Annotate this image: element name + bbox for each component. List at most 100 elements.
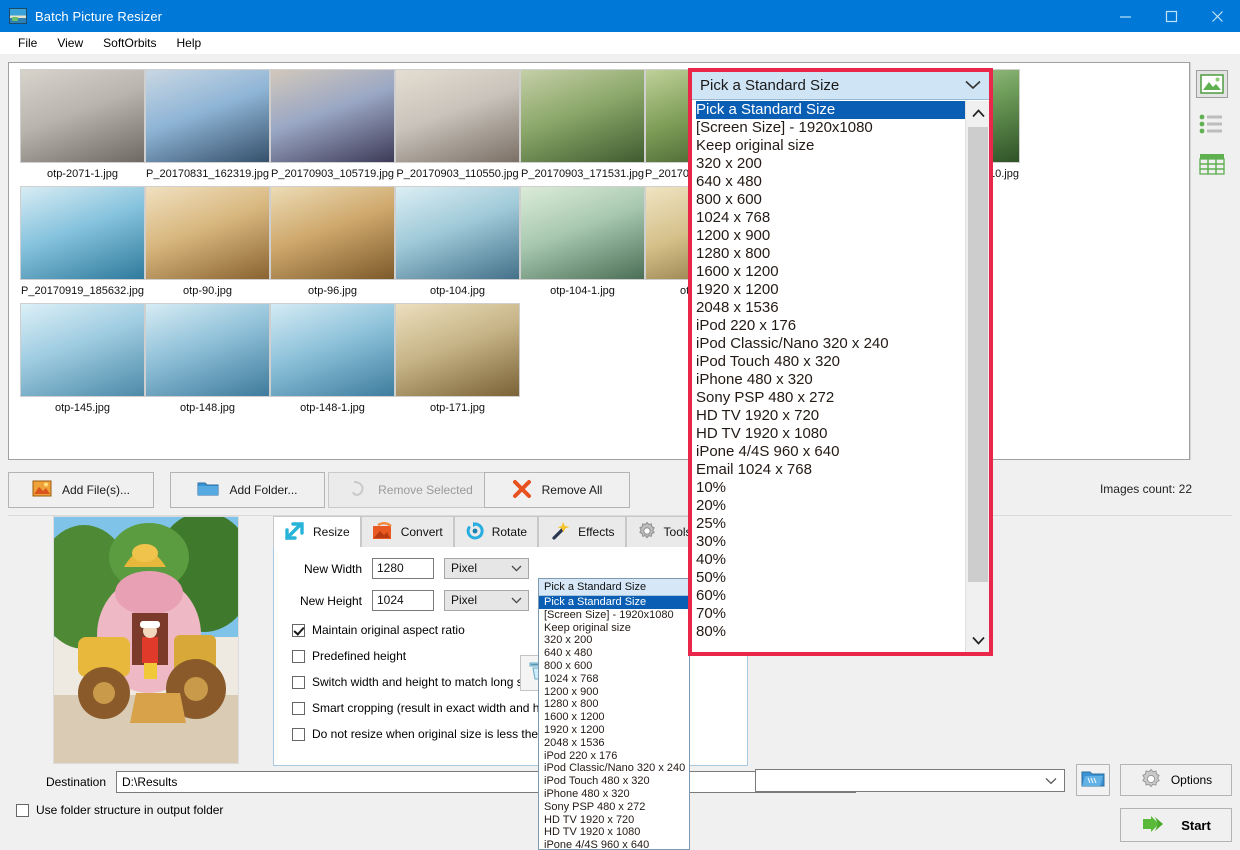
dropdown-option[interactable]: HD TV 1920 x 1080 (539, 826, 689, 839)
dropdown-header[interactable]: Pick a Standard Size (692, 72, 989, 100)
scroll-down-icon[interactable] (966, 628, 989, 652)
dropdown-option[interactable]: 320 x 200 (539, 634, 689, 647)
thumbnail-view-icon[interactable] (1196, 70, 1228, 98)
thumbnail-item[interactable]: otp-171.jpg (395, 297, 520, 414)
thumbnail-item[interactable]: otp-2071-1.jpg (20, 63, 145, 180)
dropdown-option[interactable]: [Screen Size] - 1920x1080 (696, 119, 965, 137)
dropdown-option[interactable]: HD TV 1920 x 720 (539, 814, 689, 827)
dropdown-option[interactable]: iPhone 480 x 320 (539, 788, 689, 801)
dropdown-option[interactable]: 1600 x 1200 (539, 711, 689, 724)
dropdown-option[interactable]: 1024 x 768 (539, 673, 689, 686)
dropdown-option[interactable]: 10% (696, 479, 965, 497)
dropdown-option[interactable]: 1600 x 1200 (696, 263, 965, 281)
thumbnail-image[interactable] (270, 303, 395, 397)
dropdown-option[interactable]: HD TV 1920 x 1080 (696, 425, 965, 443)
thumbnail-image[interactable] (20, 303, 145, 397)
dropdown-option[interactable]: 800 x 600 (696, 191, 965, 209)
dropdown-option[interactable]: HD TV 1920 x 720 (696, 407, 965, 425)
thumbnail-item[interactable]: otp-145.jpg (20, 297, 145, 414)
dropdown-option[interactable]: 640 x 480 (696, 173, 965, 191)
thumbnail-item[interactable]: P_20170919_185632.jpg (20, 180, 145, 297)
destination-input[interactable]: D:\Results (116, 771, 856, 793)
dropdown-option[interactable]: 50% (696, 569, 965, 587)
dropdown-option[interactable]: 2048 x 1536 (696, 299, 965, 317)
maximize-icon[interactable] (1148, 0, 1194, 32)
thumbnail-image[interactable] (270, 186, 395, 280)
dropdown-option[interactable]: 2048 x 1536 (539, 737, 689, 750)
use-folder-structure-checkbox[interactable]: Use folder structure in output folder (16, 803, 223, 817)
tab-effects[interactable]: Effects (538, 516, 625, 548)
minimize-icon[interactable] (1102, 0, 1148, 32)
dropdown-option[interactable]: Sony PSP 480 x 272 (696, 389, 965, 407)
thumbnail-image[interactable] (395, 186, 520, 280)
remove-selected-button[interactable]: Remove Selected (328, 472, 493, 508)
thumbnail-image[interactable] (270, 69, 395, 163)
thumbnail-image[interactable] (520, 69, 645, 163)
thumbnail-image[interactable] (20, 186, 145, 280)
dropdown-option[interactable]: 640 x 480 (539, 647, 689, 660)
thumbnail-image[interactable] (145, 303, 270, 397)
grid-view-icon[interactable] (1196, 150, 1228, 178)
dropdown-option[interactable]: iPhone 480 x 320 (696, 371, 965, 389)
new-width-unit-select[interactable]: Pixel (444, 558, 529, 579)
dropdown-option[interactable]: iPod Touch 480 x 320 (696, 353, 965, 371)
scrollbar-thumb[interactable] (968, 127, 988, 582)
dropdown-option[interactable]: Pick a Standard Size (696, 101, 965, 119)
dropdown-option[interactable]: iPone 4/4S 960 x 640 (696, 443, 965, 461)
add-files-button[interactable]: Add File(s)... (8, 472, 154, 508)
standard-size-dropdown-secondary[interactable]: Pick a Standard Size Pick a Standard Siz… (538, 578, 690, 850)
thumbnail-item[interactable]: P_20170903_110550.jpg (395, 63, 520, 180)
dropdown-scrollbar[interactable] (965, 101, 989, 652)
browse-folder-button[interactable] (1076, 764, 1110, 796)
thumbnail-image[interactable] (145, 186, 270, 280)
dropdown-option[interactable]: 60% (696, 587, 965, 605)
dropdown-option[interactable]: 1024 x 768 (696, 209, 965, 227)
thumbnail-image[interactable] (395, 303, 520, 397)
new-width-input[interactable]: 1280 (372, 558, 434, 579)
new-height-input[interactable]: 1024 (372, 590, 434, 611)
image-list-panel[interactable]: otp-2071-1.jpgP_20170831_162319.jpgP_201… (8, 62, 1190, 460)
thumbnail-item[interactable]: otp-104.jpg (395, 180, 520, 297)
dropdown-option[interactable]: Sony PSP 480 x 272 (539, 801, 689, 814)
dropdown-option[interactable]: 1920 x 1200 (696, 281, 965, 299)
dropdown-option[interactable]: iPod Classic/Nano 320 x 240 (696, 335, 965, 353)
dropdown-option[interactable]: 30% (696, 533, 965, 551)
close-icon[interactable] (1194, 0, 1240, 32)
dropdown-option[interactable]: 800 x 600 (539, 660, 689, 673)
dropdown-option[interactable]: 1200 x 900 (539, 686, 689, 699)
dropdown-option[interactable]: 1920 x 1200 (539, 724, 689, 737)
new-height-unit-select[interactable]: Pixel (444, 590, 529, 611)
dropdown-option[interactable]: 40% (696, 551, 965, 569)
dropdown-option[interactable]: iPone 4/4S 960 x 640 (539, 839, 689, 850)
thumbnail-image[interactable] (520, 186, 645, 280)
thumbnail-item[interactable]: otp-148-1.jpg (270, 297, 395, 414)
list-view-icon[interactable] (1196, 110, 1228, 138)
dropdown-option[interactable]: 20% (696, 497, 965, 515)
thumbnail-image[interactable] (395, 69, 520, 163)
dropdown-option[interactable]: Keep original size (696, 137, 965, 155)
output-format-select[interactable] (755, 769, 1065, 792)
start-button[interactable]: Start (1120, 808, 1232, 842)
dropdown-option[interactable]: iPod Classic/Nano 320 x 240 (539, 762, 689, 775)
thumbnail-item[interactable]: otp-104-1.jpg (520, 180, 645, 297)
dropdown-secondary-header[interactable]: Pick a Standard Size (539, 579, 689, 596)
dropdown-option[interactable]: Keep original size (539, 622, 689, 635)
thumbnail-item[interactable]: P_20170831_162319.jpg (145, 63, 270, 180)
dropdown-option[interactable]: 320 x 200 (696, 155, 965, 173)
dropdown-list[interactable]: Pick a Standard Size[Screen Size] - 1920… (692, 101, 989, 652)
dropdown-option[interactable]: [Screen Size] - 1920x1080 (539, 609, 689, 622)
thumbnail-item[interactable]: otp-96.jpg (270, 180, 395, 297)
thumbnail-item[interactable]: P_20170903_105719.jpg (270, 63, 395, 180)
menu-softorbits[interactable]: SoftOrbits (93, 34, 166, 52)
remove-all-button[interactable]: Remove All (484, 472, 630, 508)
dropdown-option[interactable]: Email 1024 x 768 (696, 461, 965, 479)
dropdown-option[interactable]: iPod Touch 480 x 320 (539, 775, 689, 788)
menu-view[interactable]: View (47, 34, 93, 52)
menu-help[interactable]: Help (167, 34, 212, 52)
standard-size-dropdown[interactable]: Pick a Standard Size Pick a Standard Siz… (688, 68, 993, 656)
thumbnail-image[interactable] (20, 69, 145, 163)
dropdown-option[interactable]: 1280 x 800 (539, 698, 689, 711)
tab-rotate[interactable]: Rotate (454, 516, 538, 548)
dropdown-option[interactable]: iPod 220 x 176 (539, 750, 689, 763)
dropdown-option[interactable]: 80% (696, 623, 965, 641)
